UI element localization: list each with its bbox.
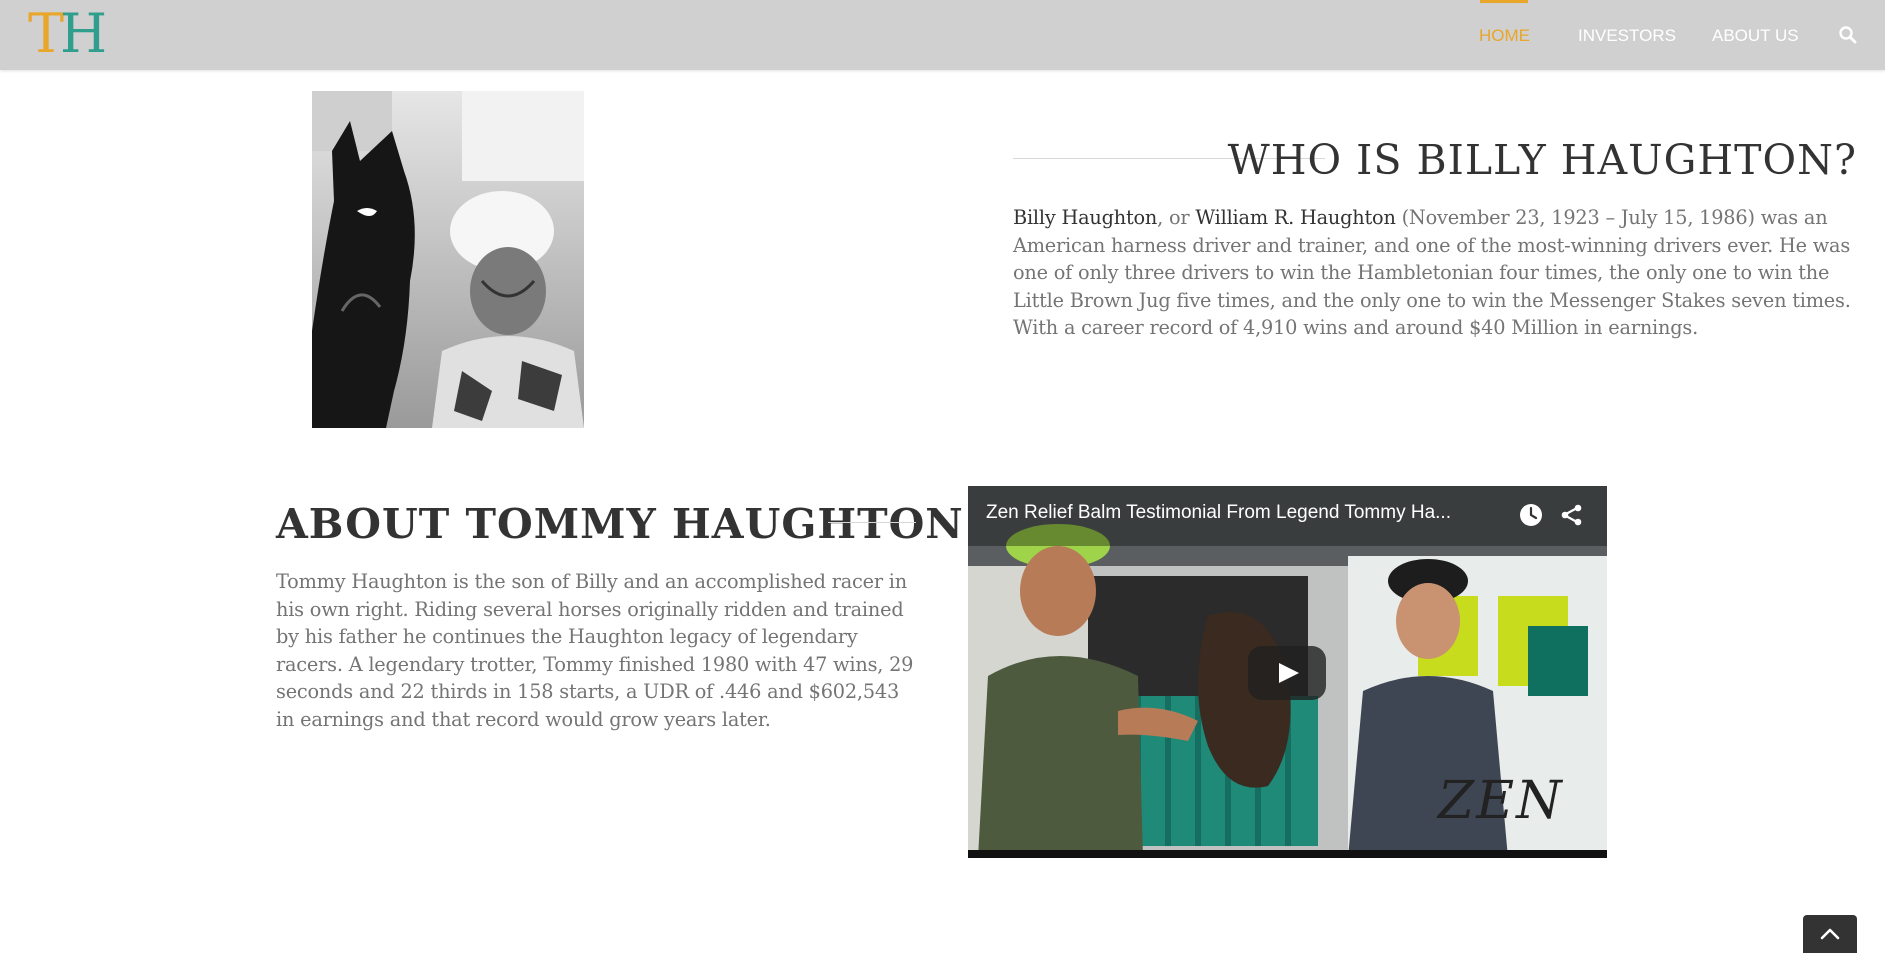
logo-letter-t: T (28, 2, 64, 65)
billy-name: Billy Haughton (1013, 206, 1158, 229)
billy-full-name: William R. Haughton (1195, 206, 1396, 229)
search-icon[interactable] (1838, 25, 1858, 45)
tommy-heading: ABOUT TOMMY HAUGHTON (276, 500, 963, 548)
share-icon[interactable] (1559, 502, 1585, 528)
billy-heading: WHO IS BILLY HAUGHTON? (1013, 136, 1857, 184)
nav-investors[interactable]: INVESTORS (1578, 26, 1676, 46)
logo-letter-h: H (60, 2, 107, 65)
chevron-up-icon (1820, 928, 1840, 940)
billy-title: WHO IS BILLY HAUGHTON? (1227, 136, 1857, 184)
site-header: TH HOME INVESTORS ABOUT US (0, 0, 1885, 70)
heading-divider-line (828, 522, 916, 523)
back-to-top-button[interactable] (1803, 915, 1857, 953)
nav-home[interactable]: HOME (1479, 26, 1530, 46)
tommy-bio-paragraph: Tommy Haughton is the son of Billy and a… (276, 570, 914, 731)
billy-haughton-photo (312, 91, 584, 428)
nav-about-us[interactable]: ABOUT US (1712, 26, 1799, 46)
zen-brand-logo: ZEN (1438, 771, 1564, 831)
nav-active-indicator (1480, 0, 1528, 3)
tommy-title: ABOUT TOMMY HAUGHTON (276, 500, 964, 548)
site-logo[interactable]: TH (28, 6, 107, 62)
name-separator: , or (1157, 206, 1196, 229)
play-icon[interactable] (1248, 646, 1326, 700)
billy-bio-paragraph: Billy Haughton, or William R. Haughton (… (1013, 204, 1863, 342)
video-title[interactable]: Zen Relief Balm Testimonial From Legend … (986, 502, 1451, 524)
youtube-video-embed[interactable]: Zen Relief Balm Testimonial From Legend … (968, 486, 1607, 858)
clock-icon[interactable] (1518, 502, 1544, 528)
